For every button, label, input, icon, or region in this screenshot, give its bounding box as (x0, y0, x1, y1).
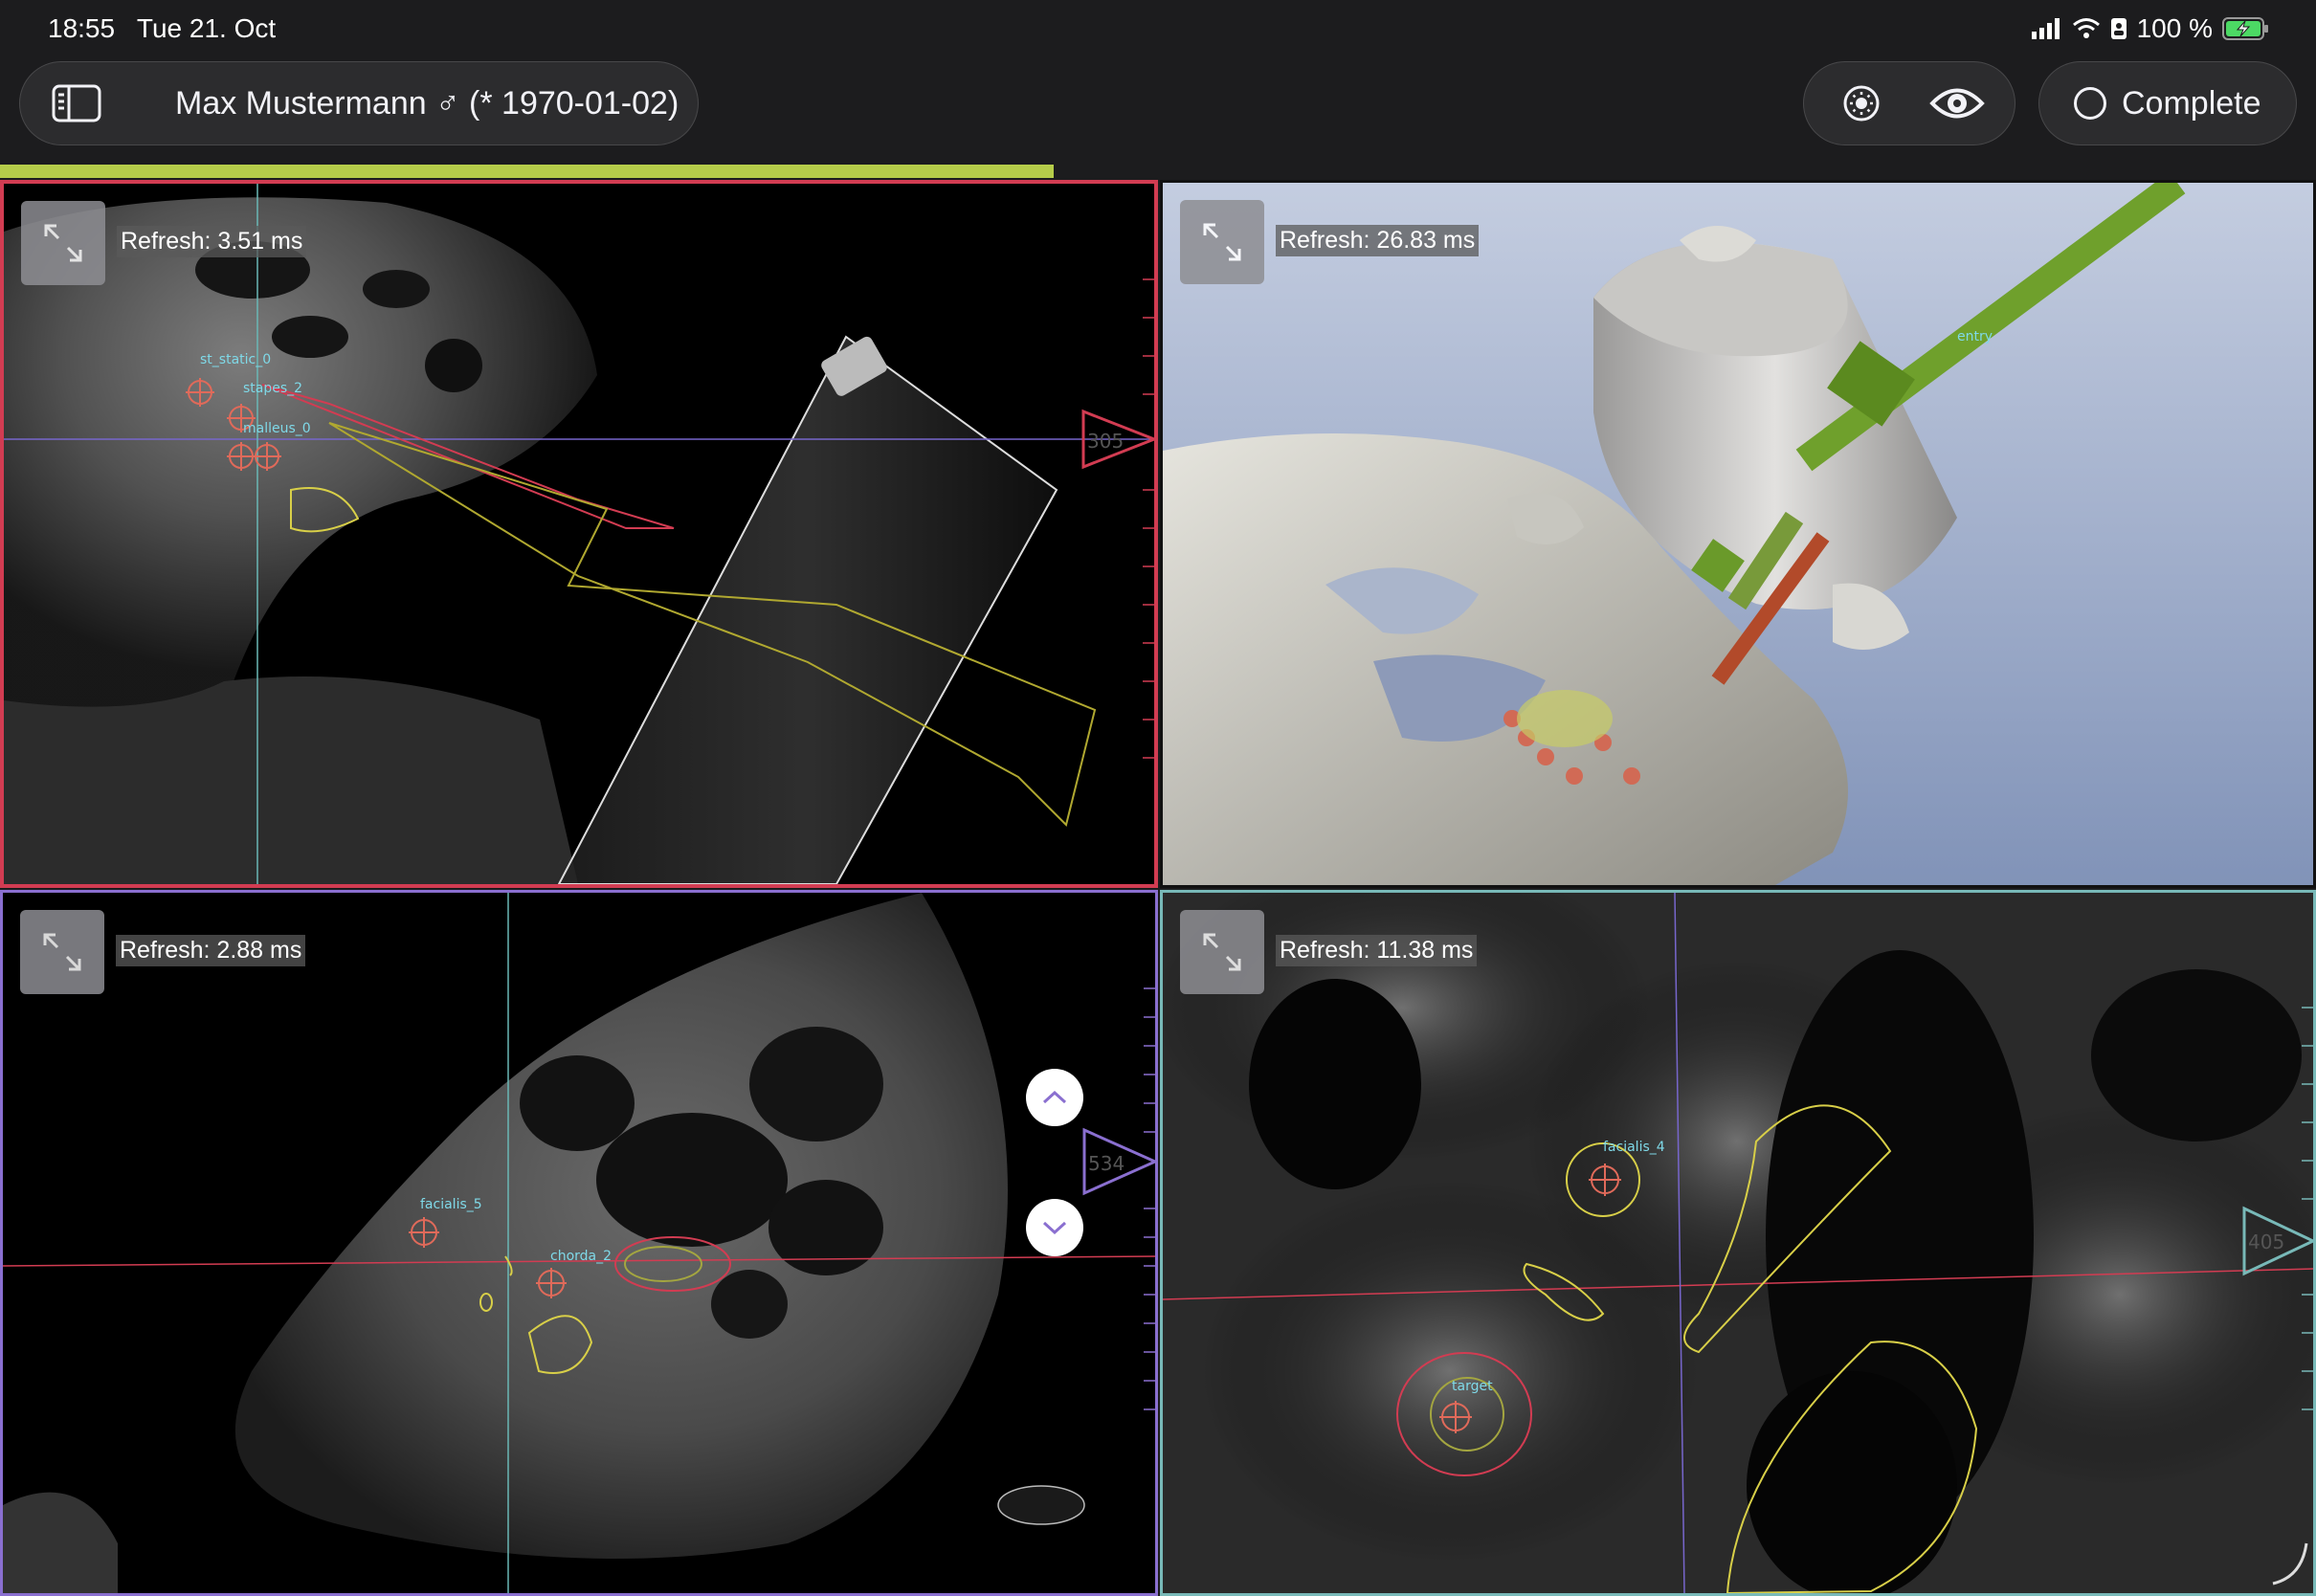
viewport-top-right[interactable]: entry Refresh: 26.83 ms (1160, 180, 2316, 888)
visibility-button[interactable] (1909, 61, 2005, 145)
progress-bar (0, 165, 1055, 178)
chevron-up-icon (1042, 1090, 1067, 1104)
viewport-top-left[interactable]: st_static_0 stapes_2 malleus_0 305 Refre… (0, 180, 1158, 888)
brightness-button[interactable] (1814, 61, 1909, 145)
app-header: Max Mustermann ♂ (* 1970-01-02) Complete (0, 57, 2316, 165)
expand-icon (1203, 933, 1241, 971)
refresh-time: Refresh: 11.38 ms (1276, 935, 1478, 966)
slice-number: 405 (2248, 1230, 2284, 1253)
sidebar-icon (52, 84, 101, 122)
refresh-time: Refresh: 2.88 ms (116, 935, 306, 966)
viewport-bottom-left[interactable]: facialis_5 chorda_2 534 Refresh: 2.88 ms (0, 890, 1158, 1596)
expand-icon (1203, 223, 1241, 261)
expand-icon (44, 224, 82, 262)
circle-icon (2074, 87, 2106, 120)
expand-button[interactable] (20, 910, 104, 994)
status-time: 18:55 (48, 13, 116, 43)
sidebar-toggle-button[interactable] (33, 61, 120, 145)
label-target: target (1452, 1379, 1493, 1394)
label-facialis-5: facialis_5 (420, 1197, 482, 1212)
viewport-bottom-right[interactable]: facialis_4 target 405 Refresh: 11.38 ms (1160, 890, 2316, 1596)
expand-button[interactable] (1180, 200, 1264, 284)
view-options-pill (1803, 61, 2015, 145)
slice-up-button[interactable] (1026, 1069, 1083, 1126)
wifi-icon (2072, 18, 2100, 38)
label-facialis-4: facialis_4 (1603, 1140, 1665, 1155)
label-chorda-2: chorda_2 (550, 1249, 612, 1264)
ct-slice-zoomed: facialis_4 target 405 (1163, 893, 2313, 1593)
label-stapes: stapes_2 (243, 381, 302, 396)
expand-icon (43, 933, 81, 971)
battery-charging-icon (2222, 17, 2268, 40)
status-indicators: 100 % (2031, 13, 2270, 44)
eye-icon (1929, 88, 1985, 119)
refresh-time: Refresh: 3.51 ms (117, 226, 307, 257)
ct-slice-coronal: facialis_5 chorda_2 534 (3, 893, 1155, 1593)
ct-slice-axial: st_static_0 stapes_2 malleus_0 305 (4, 184, 1154, 884)
lock-icon (2110, 18, 2127, 39)
complete-label: Complete (2122, 84, 2261, 122)
status-date: Tue 21. Oct (136, 13, 277, 43)
battery-percent: 100 % (2136, 13, 2213, 43)
signal-icon (2031, 18, 2060, 39)
slice-down-button[interactable] (1026, 1199, 1083, 1256)
label-st-static: st_static_0 (200, 352, 271, 367)
label-malleus: malleus_0 (243, 421, 311, 436)
refresh-time: Refresh: 26.83 ms (1276, 225, 1480, 256)
patient-pill: Max Mustermann ♂ (* 1970-01-02) (19, 61, 699, 145)
brightness-icon (1843, 85, 1880, 122)
slice-number: 305 (1087, 430, 1124, 453)
label-entry: entry (1957, 329, 1993, 344)
3d-render: entry (1163, 183, 2313, 885)
slice-number: 534 (1088, 1152, 1125, 1175)
expand-button[interactable] (21, 201, 105, 285)
complete-button[interactable]: Complete (2038, 61, 2297, 145)
expand-button[interactable] (1180, 910, 1264, 994)
status-bar: 18:55 Tue 21. Oct 100 % (0, 0, 2316, 57)
patient-name[interactable]: Max Mustermann ♂ (* 1970-01-02) (175, 85, 679, 122)
status-time-date: 18:55 Tue 21. Oct (48, 13, 276, 44)
chevron-down-icon (1042, 1221, 1067, 1235)
